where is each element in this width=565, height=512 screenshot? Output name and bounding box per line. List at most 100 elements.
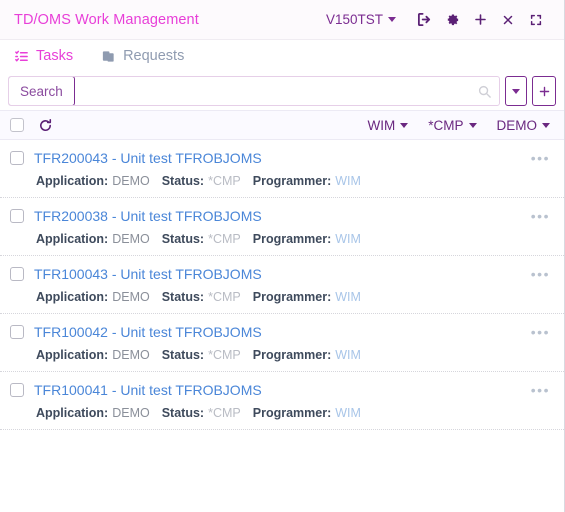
- row-checkbox[interactable]: [10, 151, 24, 165]
- application-value: DEMO: [112, 348, 150, 362]
- status-label: Status:: [161, 406, 205, 420]
- filter-status[interactable]: *CMP: [428, 117, 477, 133]
- search-icon[interactable]: [469, 77, 499, 105]
- caret-down-icon: [512, 88, 520, 94]
- filter-programmer[interactable]: WIM: [367, 117, 409, 133]
- title-bar: TD/OMS Work Management V150TST: [0, 0, 564, 40]
- search-group: Search: [8, 76, 500, 106]
- environment-selector[interactable]: V150TST: [326, 12, 396, 27]
- row-overflow-menu-icon[interactable]: •••: [531, 383, 550, 397]
- task-list: TFR200043 - Unit test TFROBJOMS ••• Appl…: [0, 140, 564, 512]
- task-row-meta: Application: DEMO Status: *CMP Programme…: [10, 290, 550, 304]
- tab-tasks-label: Tasks: [36, 48, 74, 64]
- row-overflow-menu-icon[interactable]: •••: [531, 267, 550, 281]
- tab-requests[interactable]: Requests: [101, 48, 184, 64]
- task-row-header: TFR100043 - Unit test TFROBJOMS •••: [10, 266, 550, 282]
- list-check-icon: [14, 49, 29, 64]
- application-value: DEMO: [112, 174, 150, 188]
- application-label: Application:: [36, 232, 109, 246]
- work-management-app: TD/OMS Work Management V150TST Tasks Req…: [0, 0, 565, 512]
- status-label: Status:: [161, 174, 205, 188]
- close-icon[interactable]: [494, 7, 522, 33]
- search-bar: Search: [0, 72, 564, 110]
- chevron-down-icon: [388, 17, 396, 22]
- status-label: Status:: [161, 348, 205, 362]
- status-value: *CMP: [208, 290, 241, 304]
- task-row-meta: Application: DEMO Status: *CMP Programme…: [10, 348, 550, 362]
- task-row-meta: Application: DEMO Status: *CMP Programme…: [10, 174, 550, 188]
- clipboard-copy-icon: [101, 49, 116, 64]
- expand-icon[interactable]: [522, 7, 550, 33]
- search-button[interactable]: Search: [9, 77, 75, 105]
- application-value: DEMO: [112, 232, 150, 246]
- refresh-icon[interactable]: [38, 118, 53, 133]
- application-label: Application:: [36, 290, 109, 304]
- filter-toolbar: WIM *CMP DEMO: [0, 110, 564, 140]
- application-label: Application:: [36, 406, 109, 420]
- title-bar-actions: V150TST: [326, 7, 550, 33]
- status-value: *CMP: [208, 348, 241, 362]
- tab-tasks[interactable]: Tasks: [14, 48, 73, 64]
- chevron-down-icon: [400, 122, 409, 128]
- task-title-link[interactable]: TFR100042 - Unit test TFROBJOMS: [34, 324, 262, 340]
- filter-programmer-label: WIM: [367, 117, 396, 133]
- application-label: Application:: [36, 174, 109, 188]
- table-row[interactable]: TFR100041 - Unit test TFROBJOMS ••• Appl…: [0, 372, 564, 430]
- task-title-link[interactable]: TFR100041 - Unit test TFROBJOMS: [34, 382, 262, 398]
- row-overflow-menu-icon[interactable]: •••: [531, 209, 550, 223]
- programmer-label: Programmer:: [252, 232, 332, 246]
- page-title: TD/OMS Work Management: [14, 11, 199, 28]
- programmer-label: Programmer:: [252, 348, 332, 362]
- programmer-label: Programmer:: [252, 174, 332, 188]
- task-row-header: TFR200038 - Unit test TFROBJOMS •••: [10, 208, 550, 224]
- status-value: *CMP: [208, 232, 241, 246]
- programmer-value: WIM: [335, 174, 361, 188]
- row-overflow-menu-icon[interactable]: •••: [531, 325, 550, 339]
- table-row[interactable]: TFR100043 - Unit test TFROBJOMS ••• Appl…: [0, 256, 564, 314]
- task-title-link[interactable]: TFR200038 - Unit test TFROBJOMS: [34, 208, 262, 224]
- environment-label: V150TST: [325, 12, 383, 27]
- plus-icon[interactable]: [466, 7, 494, 33]
- table-row[interactable]: TFR100042 - Unit test TFROBJOMS ••• Appl…: [0, 314, 564, 372]
- programmer-value: WIM: [335, 290, 361, 304]
- task-row-header: TFR100042 - Unit test TFROBJOMS •••: [10, 324, 550, 340]
- chevron-down-icon: [542, 122, 550, 128]
- task-title-link[interactable]: TFR100043 - Unit test TFROBJOMS: [34, 266, 262, 282]
- tab-bar: Tasks Requests: [0, 40, 564, 72]
- filter-application[interactable]: DEMO: [497, 118, 550, 133]
- table-row[interactable]: TFR200043 - Unit test TFROBJOMS ••• Appl…: [0, 140, 564, 198]
- status-value: *CMP: [208, 174, 241, 188]
- row-overflow-menu-icon[interactable]: •••: [531, 151, 550, 165]
- search-input[interactable]: [73, 77, 469, 105]
- programmer-value: WIM: [335, 348, 361, 362]
- programmer-label: Programmer:: [252, 406, 332, 420]
- application-value: DEMO: [112, 290, 150, 304]
- task-row-header: TFR200043 - Unit test TFROBJOMS •••: [10, 150, 550, 166]
- chevron-down-icon: [468, 122, 477, 128]
- application-value: DEMO: [112, 406, 150, 420]
- status-label: Status:: [161, 290, 205, 304]
- programmer-label: Programmer:: [252, 290, 332, 304]
- filter-dropdowns: WIM *CMP DEMO: [367, 118, 550, 133]
- task-title-link[interactable]: TFR200043 - Unit test TFROBJOMS: [34, 150, 262, 166]
- status-value: *CMP: [208, 406, 241, 420]
- programmer-value: WIM: [335, 232, 361, 246]
- row-checkbox[interactable]: [10, 325, 24, 339]
- task-row-meta: Application: DEMO Status: *CMP Programme…: [10, 406, 550, 420]
- task-row-header: TFR100041 - Unit test TFROBJOMS •••: [10, 382, 550, 398]
- row-checkbox[interactable]: [10, 383, 24, 397]
- gear-icon[interactable]: [438, 7, 466, 33]
- table-row[interactable]: TFR200038 - Unit test TFROBJOMS ••• Appl…: [0, 198, 564, 256]
- search-options-dropdown-button[interactable]: [505, 76, 527, 106]
- task-row-meta: Application: DEMO Status: *CMP Programme…: [10, 232, 550, 246]
- row-checkbox[interactable]: [10, 209, 24, 223]
- application-label: Application:: [36, 348, 109, 362]
- add-task-button[interactable]: [532, 76, 556, 106]
- filter-status-label: *CMP: [428, 117, 464, 133]
- tab-requests-label: Requests: [123, 48, 185, 64]
- status-label: Status:: [161, 232, 205, 246]
- logout-icon[interactable]: [410, 7, 438, 33]
- row-checkbox[interactable]: [10, 267, 24, 281]
- programmer-value: WIM: [335, 406, 361, 420]
- select-all-checkbox[interactable]: [10, 118, 24, 132]
